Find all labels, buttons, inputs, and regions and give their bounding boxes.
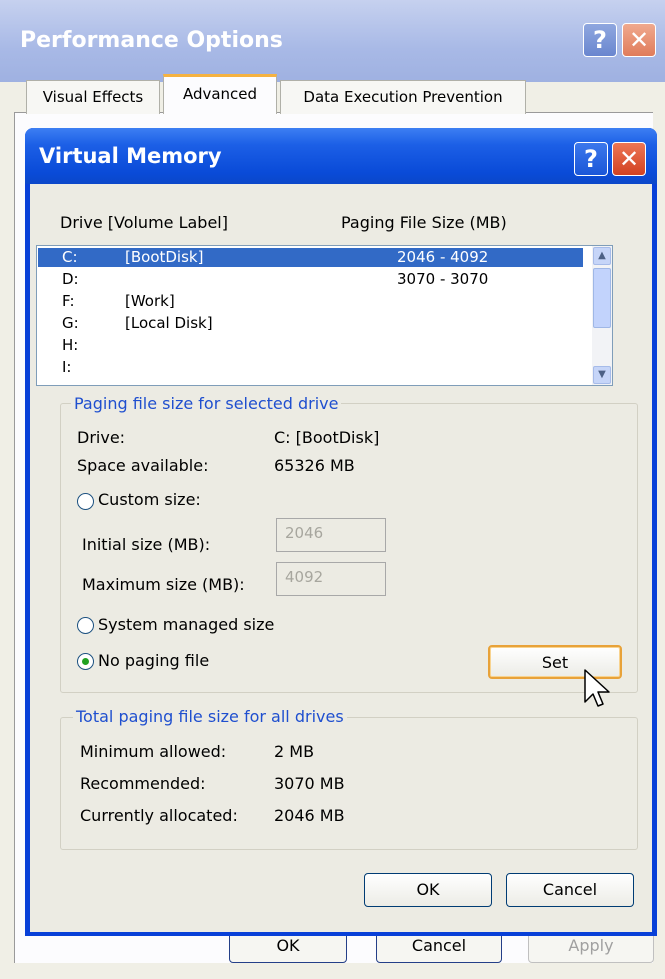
space-available-value: 65326 MB [274,456,355,475]
drive-letter: G: [62,314,79,332]
mouse-pointer-icon [584,669,610,707]
outer-title-bar: Performance Options ? ✕ [0,0,665,82]
drive-letter: I: [62,358,72,376]
outer-help-button[interactable]: ? [583,23,617,57]
drive-letter: D: [62,270,79,288]
dialog-help-button[interactable]: ? [574,142,608,176]
dialog-title: Virtual Memory [39,144,222,168]
drive-field-label: Drive: [77,428,126,447]
drive-letter: F: [62,292,75,310]
drive-size: 3070 - 3070 [397,270,489,288]
drive-row-i[interactable]: I: [38,358,583,377]
initial-size-label: Initial size (MB): [82,535,211,554]
space-available-label: Space available: [77,456,209,475]
recommended-label: Recommended: [80,774,206,793]
recommended-value: 3070 MB [274,774,345,793]
scroll-thumb[interactable] [593,268,611,328]
drive-size: 2046 - 4092 [397,248,489,266]
custom-size-radio[interactable] [77,493,94,510]
minimum-allowed-value: 2 MB [274,742,315,761]
initial-size-input[interactable]: 2046 [276,518,386,552]
radio-selected-dot [82,658,89,665]
scroll-down-icon[interactable]: ▼ [593,366,611,384]
drive-field-value: C: [BootDisk] [274,428,380,447]
scroll-up-icon[interactable]: ▲ [593,247,611,265]
maximum-size-input[interactable]: 4092 [276,562,386,596]
ok-button[interactable]: OK [364,873,492,907]
drive-column-header: Drive [Volume Label] [60,213,228,232]
outer-window-title: Performance Options [20,28,283,53]
drive-label: [Work] [125,292,175,310]
selected-drive-group-title: Paging file size for selected drive [71,394,342,413]
dialog-title-bar: Virtual Memory ? ✕ [25,128,657,184]
tab-visual-effects[interactable]: Visual Effects [26,80,160,114]
tab-advanced[interactable]: Advanced [163,74,277,114]
drive-letter: C: [62,248,78,266]
maximum-size-label: Maximum size (MB): [82,575,245,594]
drive-list-scrollbar[interactable]: ▲ ▼ [592,246,612,385]
outer-close-button[interactable]: ✕ [622,23,656,57]
custom-size-label: Custom size: [98,490,201,509]
drive-row-c[interactable]: C: [BootDisk] 2046 - 4092 [38,248,583,267]
drive-label: [BootDisk] [125,248,204,266]
no-paging-file-radio[interactable] [77,653,94,670]
tab-data-execution-prevention[interactable]: Data Execution Prevention [280,80,526,114]
dialog-close-button[interactable]: ✕ [612,142,646,176]
size-column-header: Paging File Size (MB) [341,213,507,232]
no-paging-file-label: No paging file [98,651,210,670]
system-managed-label: System managed size [98,615,275,634]
system-managed-radio[interactable] [77,617,94,634]
drive-letter: H: [62,336,79,354]
drive-row-d[interactable]: D: 3070 - 3070 [38,270,583,289]
drive-label: [Local Disk] [125,314,213,332]
total-paging-group-title: Total paging file size for all drives [73,707,347,726]
drive-row-h[interactable]: H: [38,336,583,355]
currently-allocated-label: Currently allocated: [80,806,238,825]
minimum-allowed-label: Minimum allowed: [80,742,227,761]
cancel-button[interactable]: Cancel [506,873,634,907]
drive-list[interactable]: C: [BootDisk] 2046 - 4092 D: 3070 - 3070… [36,245,613,386]
currently-allocated-value: 2046 MB [274,806,345,825]
drive-row-f[interactable]: F: [Work] [38,292,583,311]
drive-row-g[interactable]: G: [Local Disk] [38,314,583,333]
